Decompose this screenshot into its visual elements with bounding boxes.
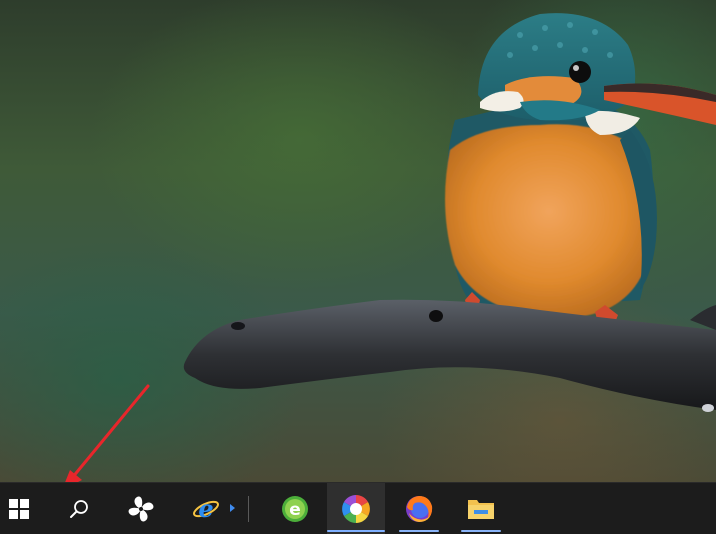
pinwheel-app-button[interactable] [115,483,167,534]
kingfisher-eye [569,61,591,83]
kingfisher-belly [445,124,653,319]
folder-icon [468,499,494,519]
jump-list-arrow-icon[interactable] [230,504,235,512]
search-button[interactable] [55,483,103,534]
green-e-browser-icon: e [282,495,308,522]
branch [183,299,716,410]
pinwheel-icon [128,496,154,521]
internet-explorer-button[interactable]: e [182,483,230,534]
windows-logo-icon [9,498,29,519]
taskbar: e e [0,482,716,534]
search-icon [70,499,88,518]
taskbar-separator [248,496,249,522]
start-button[interactable] [0,483,38,534]
firefox-button[interactable] [393,483,445,534]
360-browser-button[interactable]: e [270,483,320,534]
desktop-wallpaper [0,0,716,482]
internet-explorer-icon: e [193,494,219,523]
file-explorer-button[interactable] [455,483,507,534]
firefox-icon [406,495,433,522]
rainbow-swirl-icon [342,494,370,523]
svg-text:e: e [198,494,213,523]
wallpaper-image [183,13,716,412]
svg-text:e: e [289,500,301,520]
colorful-app-button[interactable] [327,483,385,534]
